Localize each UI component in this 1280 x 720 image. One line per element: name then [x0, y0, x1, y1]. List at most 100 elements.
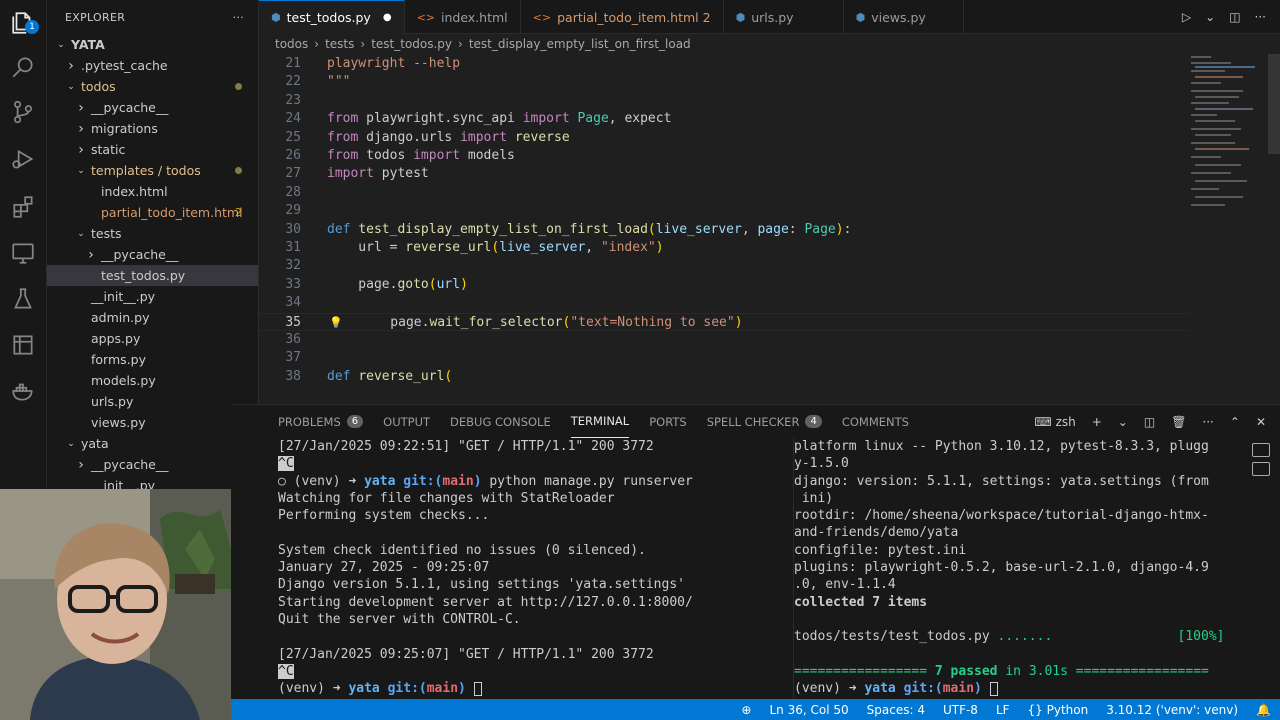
code-token: playwright --help — [327, 56, 461, 71]
editor-tab[interactable]: <> index.html — [405, 0, 521, 34]
editor-tab[interactable]: <> partial_todo_item.html 2 — [521, 0, 724, 34]
lightbulb-icon[interactable]: 💡 — [329, 314, 343, 332]
panel-tab[interactable]: OUTPUT — [383, 405, 430, 438]
panel-tab[interactable]: TERMINAL — [570, 405, 630, 438]
language-mode[interactable]: {} Python — [1019, 703, 1098, 717]
panel-tab[interactable]: COMMENTS — [842, 405, 909, 438]
tree-item[interactable]: urls.py — [47, 391, 258, 412]
code-editor[interactable]: 21 playwright --help 22 """ 23 24 from playwri… — [259, 54, 1189, 404]
tree-item[interactable]: ⌄ yata — [47, 433, 258, 454]
explorer-title: EXPLORER — [65, 10, 126, 24]
terminal-instance-icon[interactable] — [1252, 443, 1270, 457]
testing-icon[interactable] — [8, 284, 38, 314]
tree-item[interactable]: test_todos.py — [47, 265, 258, 286]
breadcrumb-separator: › — [360, 37, 366, 51]
panel-more-icon[interactable]: ··· — [1202, 415, 1213, 429]
tree-item[interactable]: › __pycache__ — [47, 454, 258, 475]
tree-item[interactable]: __init__.py — [47, 286, 258, 307]
breadcrumb-item[interactable]: test_display_empty_list_on_first_load — [469, 37, 691, 51]
tree-item[interactable]: › .pytest_cache — [47, 55, 258, 76]
run-dropdown-icon[interactable]: ⌄ — [1205, 10, 1215, 24]
tree-item[interactable]: forms.py — [47, 349, 258, 370]
split-terminal-icon[interactable]: ◫ — [1144, 415, 1155, 429]
explorer-badge: 1 — [25, 20, 39, 34]
terminal-left[interactable]: [27/Jan/2025 09:22:51] "GET / HTTP/1.1" … — [278, 438, 763, 700]
terminal-instance-icon[interactable] — [1252, 462, 1270, 476]
split-editor-icon[interactable]: ◫ — [1229, 10, 1240, 24]
panel-tab[interactable]: PORTS — [649, 405, 686, 438]
tree-item[interactable]: ⌄ YATA — [47, 34, 258, 55]
code-token: , — [741, 221, 758, 237]
tree-item[interactable]: apps.py — [47, 328, 258, 349]
editor-tab[interactable]: ⬢ views.py — [844, 0, 964, 34]
end-of-line[interactable]: LF — [987, 703, 1019, 717]
zoom-icon[interactable]: ⊕ — [732, 703, 760, 717]
notifications-icon[interactable]: 🔔 — [1247, 703, 1280, 717]
panel-tab-label: OUTPUT — [383, 414, 431, 429]
search-icon[interactable] — [8, 52, 38, 82]
new-terminal-icon[interactable]: + — [1092, 415, 1102, 429]
extensions-icon[interactable] — [8, 192, 38, 222]
panel-tab[interactable]: DEBUG CONSOLE — [450, 405, 551, 438]
docker-icon[interactable] — [8, 376, 38, 406]
python-interpreter[interactable]: 3.10.12 ('venv': venv) — [1097, 703, 1247, 717]
terminal-line: January 27, 2025 - 09:25:07 — [278, 559, 763, 576]
terminal-text: ➜ — [848, 681, 865, 697]
chevron-down-icon: ⌄ — [57, 39, 65, 50]
terminal-line: [27/Jan/2025 09:25:07] "GET / HTTP/1.1" … — [278, 646, 763, 663]
minimap[interactable] — [1189, 54, 1269, 224]
terminal-text: platform linux -- Python 3.10.12, pytest… — [794, 439, 1209, 454]
tree-item-label: partial_todo_item.html — [101, 205, 243, 220]
tree-item[interactable]: › migrations — [47, 118, 258, 139]
run-debug-icon[interactable] — [8, 144, 38, 174]
indentation[interactable]: Spaces: 4 — [858, 703, 934, 717]
breadcrumb-item[interactable]: test_todos.py — [371, 37, 452, 51]
editor-tab[interactable]: ⬢ urls.py — [724, 0, 844, 34]
tree-item[interactable]: ⌄ tests — [47, 223, 258, 244]
tree-item-label: yata — [81, 436, 109, 451]
chevron-right-icon: › — [78, 99, 84, 116]
explorer-icon[interactable]: 1 — [8, 8, 39, 38]
more-actions-icon[interactable]: ··· — [233, 11, 244, 24]
encoding[interactable]: UTF-8 — [934, 703, 987, 717]
tree-item[interactable]: ⌄ templates / todos — [47, 160, 258, 181]
tree-item-label: migrations — [91, 121, 158, 136]
terminal-shell-label[interactable]: ⌨ zsh — [1034, 415, 1075, 429]
tree-item-label: __pycache__ — [91, 457, 169, 472]
terminal-line: (venv) ➜ yata git:(main) — [794, 680, 1223, 697]
tree-item-label: views.py — [91, 415, 146, 430]
tree-item[interactable]: › __pycache__ — [47, 97, 258, 118]
tree-item[interactable]: index.html — [47, 181, 258, 202]
source-control-icon[interactable] — [8, 97, 38, 127]
panel-tab[interactable]: PROBLEMS 6 — [278, 405, 364, 438]
cursor-position[interactable]: Ln 36, Col 50 — [760, 703, 857, 717]
tree-item[interactable]: views.py — [47, 412, 258, 433]
tree-item[interactable]: models.py — [47, 370, 258, 391]
breadcrumb-item[interactable]: tests — [325, 37, 354, 51]
editor-more-icon[interactable]: ··· — [1255, 10, 1266, 24]
database-icon[interactable] — [8, 330, 38, 360]
remote-explorer-icon[interactable] — [8, 238, 38, 268]
run-icon[interactable]: ▷ — [1182, 10, 1191, 24]
breadcrumb-item[interactable]: todos — [275, 37, 308, 51]
terminal-dropdown-icon[interactable]: ⌄ — [1118, 415, 1128, 429]
close-panel-icon[interactable]: ✕ — [1256, 415, 1266, 429]
terminal-text: ○ — [278, 473, 294, 489]
code-token: live_server — [499, 240, 586, 255]
terminal-right[interactable]: platform linux -- Python 3.10.12, pytest… — [793, 438, 1223, 700]
tree-item[interactable]: › static — [47, 139, 258, 160]
line-number: 21 — [285, 56, 301, 71]
panel-tab[interactable]: SPELL CHECKER 4 — [707, 405, 822, 438]
terminal-line: platform linux -- Python 3.10.12, pytest… — [794, 438, 1223, 455]
unsaved-dot-icon[interactable]: ● — [383, 12, 392, 23]
terminal-text: todos/tests/test_todos.py — [794, 629, 998, 645]
tree-item[interactable]: partial_todo_item.html 2 — [47, 202, 258, 223]
tree-item[interactable]: ⌄ todos — [47, 76, 258, 97]
editor-tab[interactable]: ⬢ test_todos.py ● — [259, 0, 405, 34]
tree-item[interactable]: admin.py — [47, 307, 258, 328]
tree-item[interactable]: › __pycache__ — [47, 244, 258, 265]
maximize-panel-icon[interactable]: ⌃ — [1230, 415, 1240, 429]
kill-terminal-icon[interactable]: 🗑 — [1171, 415, 1186, 429]
editor-scrollbar[interactable] — [1268, 54, 1280, 154]
